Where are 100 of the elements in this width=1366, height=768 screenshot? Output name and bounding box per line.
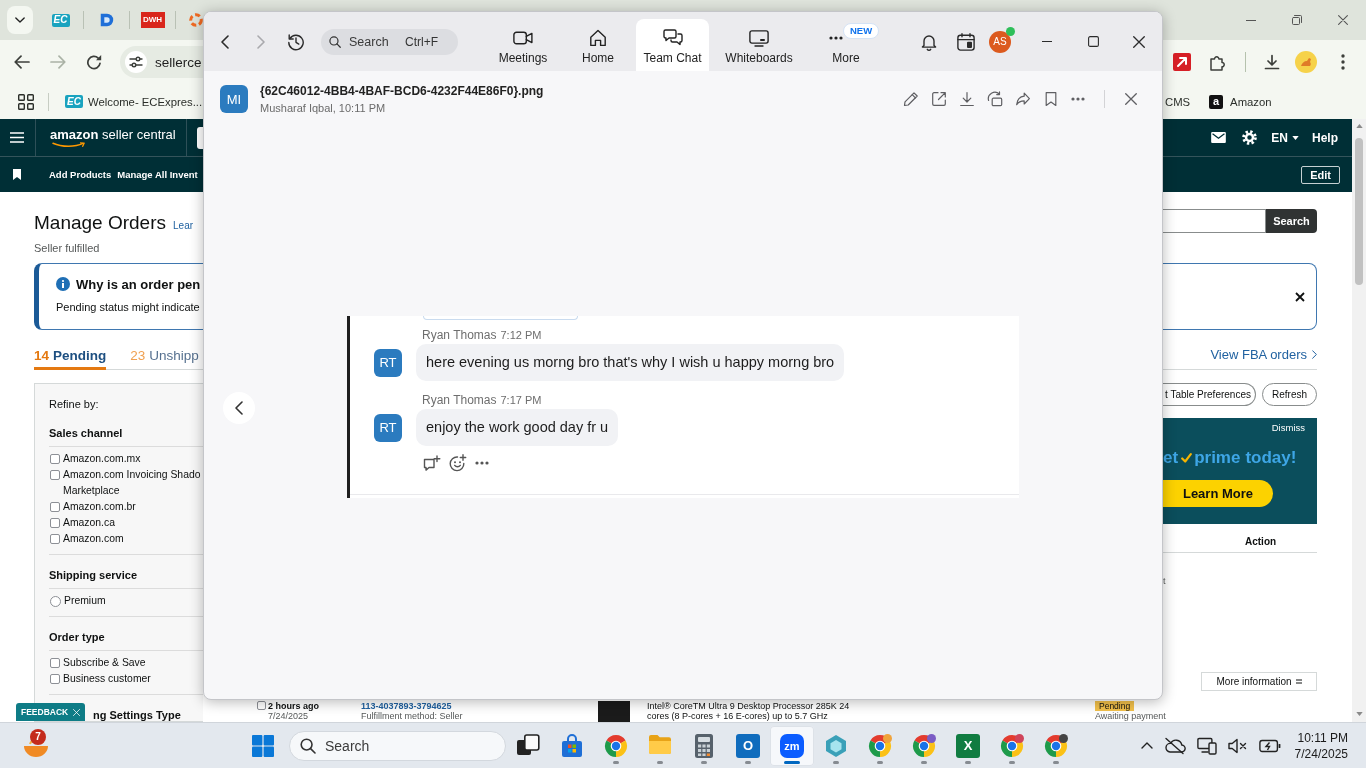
nav-tab[interactable]: Team Chat (636, 19, 709, 71)
scroll-down-icon[interactable] (1355, 712, 1363, 716)
bookmark-icon[interactable] (13, 169, 21, 180)
external-link-icon[interactable] (931, 91, 947, 107)
more-information-button[interactable]: More information (1201, 672, 1317, 691)
dismiss-link[interactable]: Dismiss (1271, 423, 1305, 433)
back-icon[interactable] (14, 55, 30, 69)
maximize-icon[interactable] (1087, 36, 1099, 47)
clock-time[interactable]: 10:11 PM (1297, 729, 1348, 746)
more-icon[interactable] (1071, 97, 1085, 101)
settings-icon[interactable] (1242, 130, 1258, 145)
order-date: 7/24/2025 (268, 711, 309, 721)
share-icon[interactable] (1015, 91, 1031, 107)
scroll-up-icon[interactable] (1355, 124, 1363, 128)
order-status-tab[interactable]: 14 Pending (34, 340, 107, 370)
option-label: Subscribe & Save (63, 656, 146, 670)
search-field[interactable]: Search (289, 730, 506, 761)
profile-avatar-icon[interactable] (1295, 51, 1317, 73)
site-favicon[interactable]: DWH (140, 12, 165, 28)
checkbox[interactable] (50, 454, 60, 464)
d-shape-icon[interactable] (98, 12, 115, 28)
battery-icon[interactable] (1258, 738, 1281, 753)
nav-tab[interactable]: Home (560, 19, 636, 71)
product-title[interactable]: Intel® CoreTM Ultra 9 Desktop Processor 285K 24 cores (8 P-cores + 16 E-cores) up to 5.7 GHz (647, 701, 850, 721)
checkbox[interactable] (50, 470, 60, 480)
table-preferences-button[interactable]: t Table Preferences (1163, 383, 1256, 406)
taskbar-button[interactable]: X (946, 725, 990, 766)
app-logo: O (736, 733, 760, 758)
nav-link[interactable]: Manage All Invent (117, 169, 198, 180)
history-icon[interactable] (287, 32, 305, 51)
address-field[interactable]: sellerce (120, 46, 203, 78)
radio-button[interactable] (50, 595, 61, 607)
reload-icon[interactable] (86, 54, 102, 70)
folder-icon (648, 733, 672, 755)
language-button[interactable]: EN (1271, 130, 1299, 145)
help-link[interactable]: Help (1312, 130, 1338, 145)
cloud-off-icon[interactable] (1163, 736, 1186, 755)
widgets-button[interactable]: 7 (14, 725, 58, 766)
scrollbar[interactable] (1352, 119, 1366, 722)
nav-tab[interactable]: Whiteboards (709, 19, 809, 71)
search-field[interactable] (196, 126, 203, 149)
clock-date[interactable]: 7/24/2025 (1294, 745, 1348, 762)
more-icon[interactable] (475, 461, 489, 465)
chevron-up-icon[interactable] (1140, 742, 1153, 749)
checkbox[interactable] (50, 518, 60, 528)
order-status-tab[interactable]: 23 Unshipp (130, 340, 199, 370)
download-icon[interactable] (959, 91, 975, 107)
nav-tab[interactable]: NEW More (809, 19, 883, 71)
sliders-icon[interactable] (125, 51, 147, 73)
checkbox[interactable] (50, 502, 60, 512)
site-logo[interactable]: amazon seller central (50, 127, 176, 148)
search-button[interactable]: Search (1266, 209, 1317, 233)
speaker-muted-icon[interactable] (1227, 737, 1248, 754)
caret-icon (1292, 135, 1299, 140)
search-field[interactable] (1163, 209, 1266, 233)
arrow-tile-icon[interactable] (1173, 53, 1191, 71)
ring-icon[interactable] (189, 13, 203, 27)
option-label: Amazon.com (63, 532, 124, 546)
nav-tab[interactable]: Meetings (486, 19, 560, 71)
bookmark-item[interactable]: a Amazon (1202, 88, 1279, 115)
checkbox[interactable] (50, 658, 60, 668)
close-icon[interactable] (1295, 291, 1305, 302)
checkbox[interactable] (50, 534, 60, 544)
checkbox[interactable] (50, 674, 60, 684)
previous-button[interactable] (223, 392, 255, 424)
taskbar-button[interactable]: O (726, 725, 770, 766)
calendar-icon[interactable] (957, 32, 975, 51)
tab-search-button[interactable] (7, 6, 33, 34)
nav-link[interactable]: Add Products (49, 169, 112, 180)
menu-icon[interactable] (1341, 54, 1345, 70)
menu-icon[interactable] (10, 132, 24, 143)
order-id-link[interactable]: 113-4037893-3794625 (361, 701, 452, 711)
taskbar-button[interactable]: zm (770, 725, 814, 766)
restore-icon[interactable] (1292, 15, 1302, 25)
search-field[interactable]: Search Ctrl+F (321, 28, 458, 55)
apps-grid-icon[interactable] (18, 93, 34, 110)
checkbox[interactable] (257, 701, 266, 710)
edit-icon[interactable] (903, 91, 919, 107)
puzzle-icon[interactable] (1209, 53, 1227, 71)
phone-monitor-icon[interactable] (1196, 736, 1217, 755)
mail-icon[interactable] (1211, 132, 1227, 143)
rotate-icon[interactable] (987, 91, 1003, 107)
add-reaction-icon[interactable] (449, 454, 467, 472)
close-icon[interactable] (1133, 35, 1145, 48)
headline-text: today! (1245, 448, 1297, 468)
bookmark-item[interactable]: EC Welcome- ECExpres... (58, 88, 203, 115)
status-badge: Pending (1095, 701, 1135, 711)
edit-button[interactable]: Edit (1301, 165, 1340, 184)
help-link[interactable]: Lear (173, 220, 194, 231)
bookmark-item[interactable]: CMS (1163, 88, 1198, 115)
download-icon[interactable] (1264, 54, 1280, 70)
bell-icon[interactable] (921, 32, 937, 51)
learn-more-button[interactable]: Learn More (1163, 480, 1273, 507)
feedback-button[interactable]: FEEDBACK (16, 703, 86, 721)
fba-orders-link[interactable]: View FBA orders (1210, 347, 1317, 362)
reply-icon[interactable] (423, 455, 441, 471)
scrollbar-thumb[interactable] (1355, 138, 1363, 285)
minimize-icon[interactable] (1246, 19, 1256, 21)
back-icon[interactable] (221, 34, 229, 49)
refresh-button[interactable]: Refresh (1262, 383, 1317, 406)
